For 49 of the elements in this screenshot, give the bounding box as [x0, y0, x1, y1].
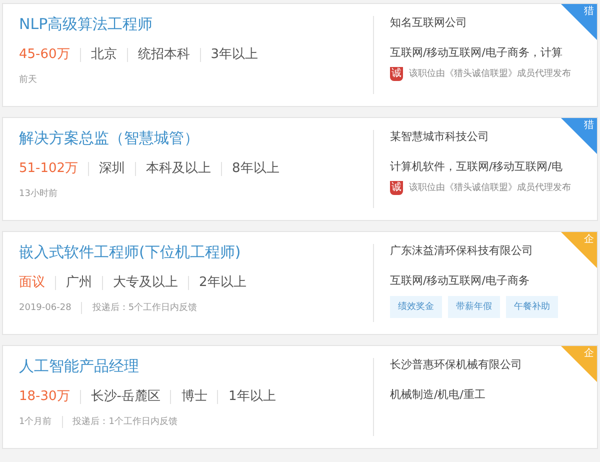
ribbon-label: 猎: [584, 6, 594, 18]
industry: 互联网/移动互联网/电子商务: [390, 273, 530, 289]
ribbon-label: 企: [584, 234, 594, 246]
ribbon-label: 企: [584, 348, 594, 360]
benefit-tag: 午餐补助: [506, 296, 558, 318]
job-attribute: 2年以上: [198, 274, 248, 292]
benefit-tag: 绩效奖金: [390, 296, 442, 318]
post-time: 1个月前: [19, 416, 53, 428]
job-attribute: 博士: [180, 388, 208, 406]
industry: 互联网/移动互联网/电子商务，计算: [390, 45, 562, 61]
job-attribute: 本科及以上: [145, 160, 212, 178]
salary: 51-102万: [19, 160, 80, 178]
job-title[interactable]: NLP高级算法工程师: [19, 14, 153, 34]
job-title[interactable]: 人工智能产品经理: [19, 356, 139, 376]
feedback-note: 投递后：1个工作日内反馈: [72, 416, 178, 428]
job-attribute: 深圳: [98, 160, 126, 178]
job-attribute: 大专及以上: [112, 274, 179, 292]
job-card[interactable]: 嵌入式软件工程师(下位机工程师) 面议 广州 大专及以上 2年以上 2019-06-28 投递后：5个工作日内反馈 广东沫益清环保科技有限公司 互联网/移动互联网/电子商务 绩效奖金 带薪年假 午餐补助 企: [2, 231, 598, 335]
job-title[interactable]: 嵌入式软件工程师(下位机工程师): [19, 242, 241, 262]
company-name[interactable]: 知名互联网公司: [390, 15, 467, 31]
job-attribute: 北京: [90, 46, 118, 64]
company-name[interactable]: 某智慧城市科技公司: [390, 129, 489, 145]
company-name[interactable]: 广东沫益清环保科技有限公司: [390, 243, 533, 259]
salary: 面议: [19, 274, 46, 292]
job-attribute: 长沙-岳麓区: [90, 388, 162, 406]
integrity-badge: 诚: [390, 181, 403, 195]
industry: 机械制造/机电/重工: [390, 387, 486, 403]
job-card[interactable]: 人工智能产品经理 18-30万 长沙-岳麓区 博士 1年以上 1个月前 投递后：1个工作日内反馈 长沙普惠环保机械有限公司 机械制造/机电/重工 企: [2, 345, 598, 449]
job-attribute: 3年以上: [210, 46, 260, 64]
salary: 45-60万: [19, 46, 71, 64]
post-time: 2019-06-28: [19, 302, 72, 314]
agency-note: 该职位由《猎头诚信联盟》成员代理发布: [409, 182, 571, 194]
job-attribute: 广州: [65, 274, 93, 292]
agency-note: 该职位由《猎头诚信联盟》成员代理发布: [409, 68, 571, 80]
post-time: 13小时前: [19, 188, 58, 200]
job-attribute: 统招本科: [136, 46, 191, 64]
post-time: 前天: [19, 74, 38, 86]
job-card[interactable]: 解决方案总监（智慧城管） 51-102万 深圳 本科及以上 8年以上 13小时前 某智慧城市科技公司 计算机软件，互联网/移动互联网/电 诚 该职位由《猎头诚信联盟》成员代理发布 猎: [2, 117, 598, 221]
feedback-note: 投递后：5个工作日内反馈: [91, 302, 198, 314]
job-title[interactable]: 解决方案总监（智慧城管）: [19, 128, 199, 148]
industry: 计算机软件，互联网/移动互联网/电: [390, 159, 562, 175]
integrity-badge: 诚: [390, 67, 403, 81]
ribbon-label: 猎: [584, 120, 594, 132]
job-card[interactable]: NLP高级算法工程师 45-60万 北京 统招本科 3年以上 前天 知名互联网公司 互联网/移动互联网/电子商务，计算 诚 该职位由《猎头诚信联盟》成员代理发布 猎: [2, 3, 598, 107]
benefit-tag: 带薪年假: [448, 296, 500, 318]
job-attribute: 8年以上: [231, 160, 280, 178]
job-attribute: 1年以上: [227, 388, 277, 406]
company-name[interactable]: 长沙普惠环保机械有限公司: [390, 357, 522, 373]
salary: 18-30万: [19, 388, 71, 406]
